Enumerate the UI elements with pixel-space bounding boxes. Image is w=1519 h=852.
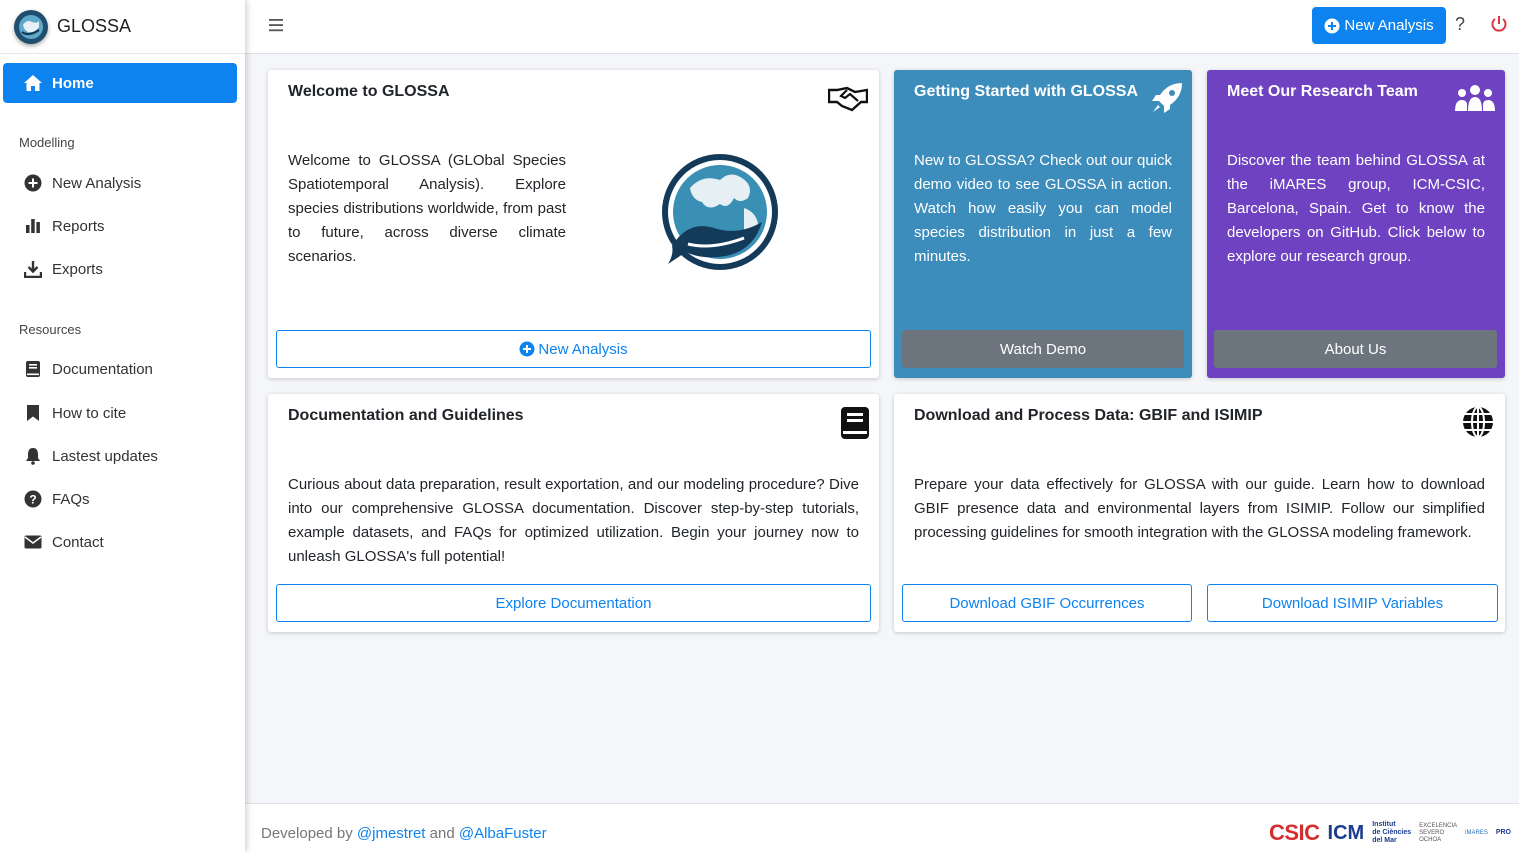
- sidebar: GLOSSA Home Modelling New Analysis Repor…: [0, 0, 245, 852]
- csic-logo[interactable]: CSIC: [1269, 820, 1320, 846]
- brand[interactable]: GLOSSA: [0, 0, 245, 54]
- sidebar-item-label: Documentation: [52, 360, 153, 378]
- documentation-card: Documentation and Guidelines Curious abo…: [268, 394, 879, 632]
- footer-prefix: Developed by: [261, 825, 353, 842]
- download-isimip-button[interactable]: Download ISIMIP Variables: [1207, 584, 1498, 622]
- sidebar-item-how-to-cite[interactable]: How to cite: [23, 402, 126, 424]
- severo-ochoa-logo[interactable]: EXCELENCIA SEVERO OCHOA: [1419, 823, 1457, 844]
- institution-logos: CSIC ICM Institut de Ciències del Mar EX…: [1269, 820, 1511, 846]
- explore-documentation-button[interactable]: Explore Documentation: [276, 584, 871, 622]
- about-us-button[interactable]: About Us: [1214, 330, 1497, 368]
- sidebar-item-home[interactable]: Home: [3, 63, 237, 103]
- download-icon: [23, 259, 43, 279]
- research-team-card: Meet Our Research Team Discover the team…: [1207, 70, 1505, 378]
- card-title: Meet Our Research Team: [1227, 83, 1418, 100]
- glossa-whale-globe-icon: [658, 150, 782, 280]
- rocket-icon: [1150, 81, 1184, 119]
- card-title: Documentation and Guidelines: [288, 407, 524, 424]
- home-icon: [24, 75, 42, 91]
- icm-institute-text: Institut de Ciències del Mar: [1372, 821, 1411, 845]
- glossa-logo-icon: [14, 9, 48, 44]
- icm-text-line: Institut: [1372, 821, 1396, 828]
- bell-icon: [23, 446, 43, 466]
- welcome-card: Welcome to GLOSSA Welcome to GLOSSA (GLO…: [268, 70, 879, 378]
- sidebar-item-label: Contact: [52, 533, 104, 551]
- watch-demo-button[interactable]: Watch Demo: [902, 330, 1184, 368]
- handshake-icon: [827, 84, 869, 116]
- imares-logo[interactable]: iMARES: [1465, 830, 1488, 837]
- help-button[interactable]: ?: [1455, 14, 1465, 35]
- footer-conjunction: and: [429, 825, 455, 842]
- bookmark-icon: [23, 403, 43, 423]
- bar-chart-icon: [23, 216, 43, 236]
- sidebar-item-label: FAQs: [52, 490, 90, 508]
- power-icon[interactable]: [1490, 15, 1508, 37]
- sidebar-item-label: How to cite: [52, 404, 127, 422]
- sidebar-item-label: Lastest updates: [52, 447, 158, 465]
- card-text: Welcome to GLOSSA (GLObal Species Spatio…: [288, 152, 566, 265]
- sidebar-item-reports[interactable]: Reports: [23, 215, 105, 237]
- download-gbif-button[interactable]: Download GBIF Occurrences: [902, 584, 1192, 622]
- sidebar-section-resources: Resources: [19, 322, 82, 337]
- author-link-albafuster[interactable]: @AlbaFuster: [459, 825, 547, 842]
- author-link-jmestret[interactable]: @jmestret: [357, 825, 426, 842]
- brand-name: GLOSSA: [57, 16, 132, 36]
- book-icon: [840, 406, 870, 444]
- new-analysis-label: New Analysis: [1344, 17, 1434, 34]
- question-circle-icon: ?: [23, 489, 43, 509]
- plus-circle-icon: [23, 173, 43, 193]
- download-data-card: Download and Process Data: GBIF and ISIM…: [894, 394, 1505, 632]
- svg-text:?: ?: [29, 493, 36, 507]
- footer: Developed by @jmestret and @AlbaFuster C…: [245, 803, 1519, 852]
- envelope-icon: [23, 532, 43, 552]
- card-title: Welcome to GLOSSA: [288, 83, 450, 100]
- sidebar-item-exports[interactable]: Exports: [23, 258, 103, 280]
- card-title: Download and Process Data: GBIF and ISIM…: [914, 407, 1263, 424]
- book-icon: [23, 359, 43, 379]
- users-icon: [1454, 83, 1496, 117]
- sidebar-item-faqs[interactable]: ? FAQs: [23, 488, 90, 510]
- sidebar-section-modelling: Modelling: [19, 135, 75, 150]
- card-text: New to GLOSSA? Check out our quick demo …: [914, 152, 1172, 265]
- plus-circle-icon: [1324, 18, 1340, 33]
- button-label: New Analysis: [538, 340, 628, 358]
- sidebar-item-label: New Analysis: [52, 174, 142, 192]
- footer-credits: Developed by @jmestret and @AlbaFuster: [261, 825, 547, 842]
- sidebar-item-label: Home: [52, 74, 94, 92]
- card-title: Getting Started with GLOSSA: [914, 83, 1139, 100]
- welcome-new-analysis-button[interactable]: New Analysis: [276, 330, 871, 368]
- pro-oceans-logo[interactable]: PRO: [1496, 829, 1511, 837]
- sidebar-item-label: Reports: [52, 217, 105, 235]
- menu-toggle-icon[interactable]: [268, 17, 284, 33]
- logo-text-line: OCHOA: [1419, 836, 1442, 843]
- sidebar-item-documentation[interactable]: Documentation: [23, 358, 153, 380]
- top-navbar: New Analysis ?: [245, 0, 1519, 54]
- globe-icon: [1461, 405, 1495, 443]
- icm-text-line: del Mar: [1372, 837, 1397, 844]
- new-analysis-button[interactable]: New Analysis: [1312, 7, 1446, 44]
- logo-text-line: SEVERO: [1419, 829, 1445, 836]
- sidebar-item-new-analysis[interactable]: New Analysis: [23, 172, 141, 194]
- sidebar-item-label: Exports: [52, 260, 103, 278]
- sidebar-item-latest-updates[interactable]: Lastest updates: [23, 445, 158, 467]
- sidebar-item-contact[interactable]: Contact: [23, 531, 104, 553]
- card-text: Discover the team behind GLOSSA at the i…: [1227, 152, 1485, 265]
- card-text: Curious about data preparation, result e…: [288, 476, 859, 565]
- icm-logo[interactable]: ICM: [1328, 822, 1365, 845]
- logo-text-line: EXCELENCIA: [1419, 822, 1458, 829]
- plus-circle-icon: [519, 341, 535, 357]
- card-text: Prepare your data effectively for GLOSSA…: [914, 476, 1485, 541]
- icm-text-line: de Ciències: [1372, 829, 1412, 836]
- getting-started-card: Getting Started with GLOSSA New to GLOSS…: [894, 70, 1192, 378]
